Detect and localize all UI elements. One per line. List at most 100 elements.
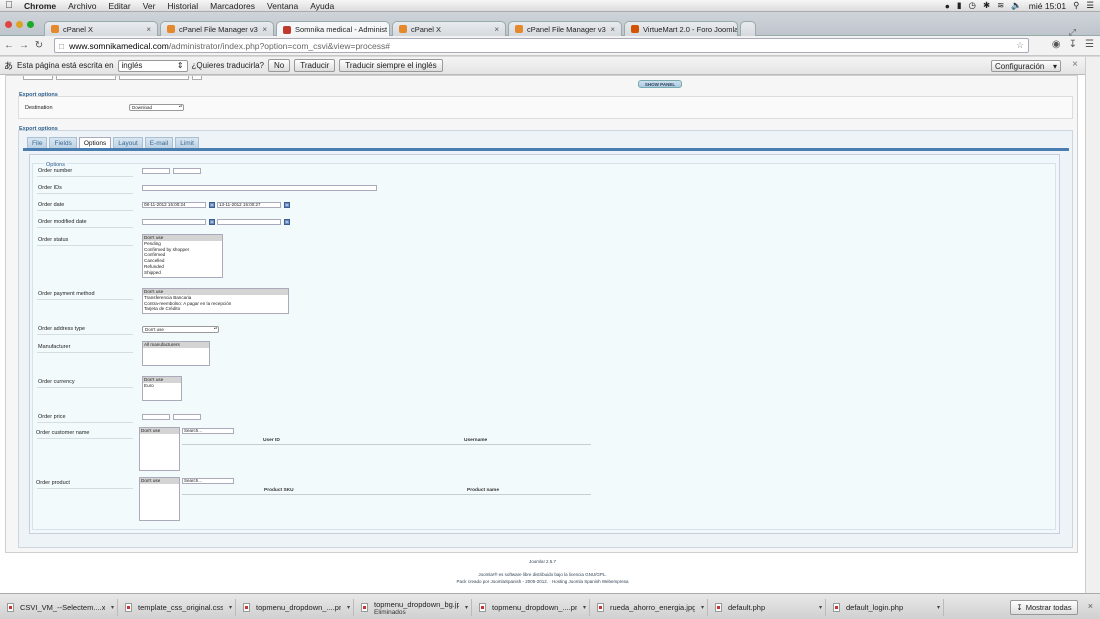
- download-item[interactable]: CSVI_VM_--Selectem....xml ▾: [2, 599, 118, 616]
- browser-tab[interactable]: cPanel File Manager v3 ×: [160, 21, 274, 36]
- calendar-icon[interactable]: 31: [209, 202, 215, 208]
- calendar-icon[interactable]: 31: [209, 219, 215, 225]
- tab-file[interactable]: File: [27, 137, 48, 148]
- list-item[interactable]: All manufacturers: [143, 342, 209, 348]
- download-item[interactable]: default_login.php ▾: [828, 599, 944, 616]
- download-item[interactable]: topmenu_dropdown_bg.jpg Eliminados ▾: [356, 599, 472, 616]
- show-all-downloads-button[interactable]: ↧ Mostrar todas: [1010, 600, 1078, 615]
- spotlight-icon[interactable]: ⚲: [1073, 0, 1079, 11]
- close-download-shelf-icon[interactable]: ×: [1088, 601, 1093, 611]
- list-item[interactable]: Don't use: [140, 428, 179, 434]
- time-machine-icon[interactable]: ◷: [969, 0, 976, 11]
- chevron-down-icon[interactable]: ▾: [819, 604, 825, 611]
- order-price-to-input[interactable]: [173, 414, 201, 420]
- download-item[interactable]: rueda_ahorro_energia.jpg ▾: [592, 599, 708, 616]
- zoom-window-icon[interactable]: [27, 21, 34, 28]
- battery-icon[interactable]: ▮: [957, 0, 962, 11]
- order-status-list[interactable]: Don't use Pending Confirmed by shopper C…: [142, 234, 223, 278]
- order-ids-input[interactable]: [142, 185, 377, 191]
- browser-tab[interactable]: cPanel File Manager v3 ×: [508, 21, 622, 36]
- tab-layout[interactable]: Layout: [113, 137, 143, 148]
- back-icon[interactable]: ←: [3, 40, 15, 51]
- order-number-to-input[interactable]: [173, 168, 201, 174]
- chevron-down-icon[interactable]: ▾: [465, 604, 471, 611]
- language-select[interactable]: inglés ⇕: [117, 59, 188, 72]
- order-price-from-input[interactable]: [142, 414, 170, 420]
- close-tab-icon[interactable]: ×: [146, 25, 151, 34]
- product-list[interactable]: Don't use: [139, 477, 180, 521]
- tab-email[interactable]: E-mail: [144, 137, 174, 148]
- chrome-menu-icon[interactable]: ☰: [1085, 39, 1094, 50]
- address-type-select[interactable]: Don't use: [142, 326, 219, 333]
- minimize-window-icon[interactable]: [16, 21, 23, 28]
- browser-tab-active[interactable]: Somnika medical - Administ ×: [276, 21, 390, 37]
- forward-icon[interactable]: →: [18, 40, 30, 51]
- chevron-down-icon[interactable]: ▾: [937, 604, 943, 611]
- close-tab-icon[interactable]: ×: [262, 25, 267, 34]
- download-item[interactable]: topmenu_dropdown_....png ▾: [474, 599, 590, 616]
- destination-select[interactable]: Download: [129, 104, 184, 111]
- tab-options[interactable]: Options: [78, 137, 112, 148]
- customer-list[interactable]: Don't use: [139, 427, 180, 471]
- browser-tab[interactable]: VirtueMart 2.0 - Foro Joomla ×: [624, 21, 738, 36]
- order-number-from-input[interactable]: [142, 168, 170, 174]
- tab-limit[interactable]: Limit: [175, 137, 199, 148]
- apple-icon[interactable]: : [0, 0, 18, 11]
- menu-ver[interactable]: Ver: [137, 1, 162, 11]
- translate-button[interactable]: Traducir: [294, 59, 336, 72]
- list-item[interactable]: Don't use: [140, 478, 179, 484]
- manufacturer-list[interactable]: All manufacturers: [142, 341, 210, 366]
- list-item[interactable]: Tarjeta de Crédito: [143, 306, 288, 312]
- always-translate-button[interactable]: Traducir siempre el inglés: [339, 59, 443, 72]
- show-panel-button[interactable]: SHOW PANEL: [638, 80, 682, 88]
- menu-ventana[interactable]: Ventana: [261, 1, 304, 11]
- extension-icon[interactable]: ◉: [1052, 39, 1061, 50]
- customer-search-input[interactable]: Search...: [182, 428, 234, 434]
- wifi-icon[interactable]: ≋: [997, 0, 1004, 11]
- browser-tab[interactable]: cPanel X ×: [392, 21, 506, 36]
- footer-license[interactable]: Joomla!® es software libre distribuido b…: [0, 572, 1085, 577]
- chevron-down-icon[interactable]: ▾: [111, 604, 117, 611]
- order-modified-from-input[interactable]: [142, 219, 206, 225]
- chevron-down-icon[interactable]: ▾: [583, 604, 589, 611]
- download-item[interactable]: default.php ▾: [710, 599, 826, 616]
- calendar-icon[interactable]: 31: [284, 219, 290, 225]
- menu-marcadores[interactable]: Marcadores: [204, 1, 261, 11]
- address-bar[interactable]: □ www.somnikamedical.com/administrator/i…: [54, 38, 1029, 53]
- list-item[interactable]: Shipped: [143, 270, 222, 276]
- config-select[interactable]: Configuración ▾: [991, 60, 1061, 72]
- bookmark-star-icon[interactable]: ☆: [1016, 40, 1024, 51]
- download-icon[interactable]: ↧: [1069, 39, 1077, 50]
- volume-icon[interactable]: 🔈: [1011, 0, 1022, 11]
- close-tab-icon[interactable]: ×: [610, 25, 615, 34]
- tab-fields[interactable]: Fields: [49, 137, 77, 148]
- order-modified-to-input[interactable]: [217, 219, 281, 225]
- browser-tab[interactable]: cPanel X ×: [44, 21, 158, 36]
- no-button[interactable]: No: [268, 59, 291, 72]
- footer-credits[interactable]: Pack creado por JoomlaSpanish - 2005-201…: [0, 579, 1085, 584]
- chevron-down-icon[interactable]: ▾: [347, 604, 353, 611]
- product-search-input[interactable]: Search...: [182, 478, 234, 484]
- menu-archivo[interactable]: Archivo: [62, 1, 102, 11]
- currency-list[interactable]: Don't use Euro: [142, 376, 182, 401]
- calendar-icon[interactable]: 31: [284, 202, 290, 208]
- reload-icon[interactable]: ↻: [33, 40, 45, 51]
- vertical-scrollbar[interactable]: [1085, 57, 1100, 593]
- menu-editar[interactable]: Editar: [102, 1, 136, 11]
- close-translate-icon[interactable]: ×: [1072, 59, 1078, 70]
- close-window-icon[interactable]: [5, 21, 12, 28]
- list-item[interactable]: Euro: [143, 383, 181, 389]
- chevron-down-icon[interactable]: ▾: [701, 604, 707, 611]
- chevron-down-icon[interactable]: ▾: [229, 604, 235, 611]
- close-tab-icon[interactable]: ×: [494, 25, 499, 34]
- order-date-to-input[interactable]: 13-11-2012 15:00:27: [217, 202, 281, 208]
- bluetooth-icon[interactable]: ✱: [983, 0, 990, 11]
- payment-method-list[interactable]: Don't use Transferencia Bancaria Contra-…: [142, 288, 289, 314]
- list-icon[interactable]: ☰: [1086, 0, 1094, 11]
- download-item[interactable]: topmenu_dropdown_....png ▾: [238, 599, 354, 616]
- menu-historial[interactable]: Historial: [161, 1, 204, 11]
- clock[interactable]: mié 15:01: [1029, 1, 1066, 11]
- download-item[interactable]: template_css_original.css ▾: [120, 599, 236, 616]
- status-icon[interactable]: ●: [945, 1, 950, 11]
- new-tab-button[interactable]: [740, 21, 756, 36]
